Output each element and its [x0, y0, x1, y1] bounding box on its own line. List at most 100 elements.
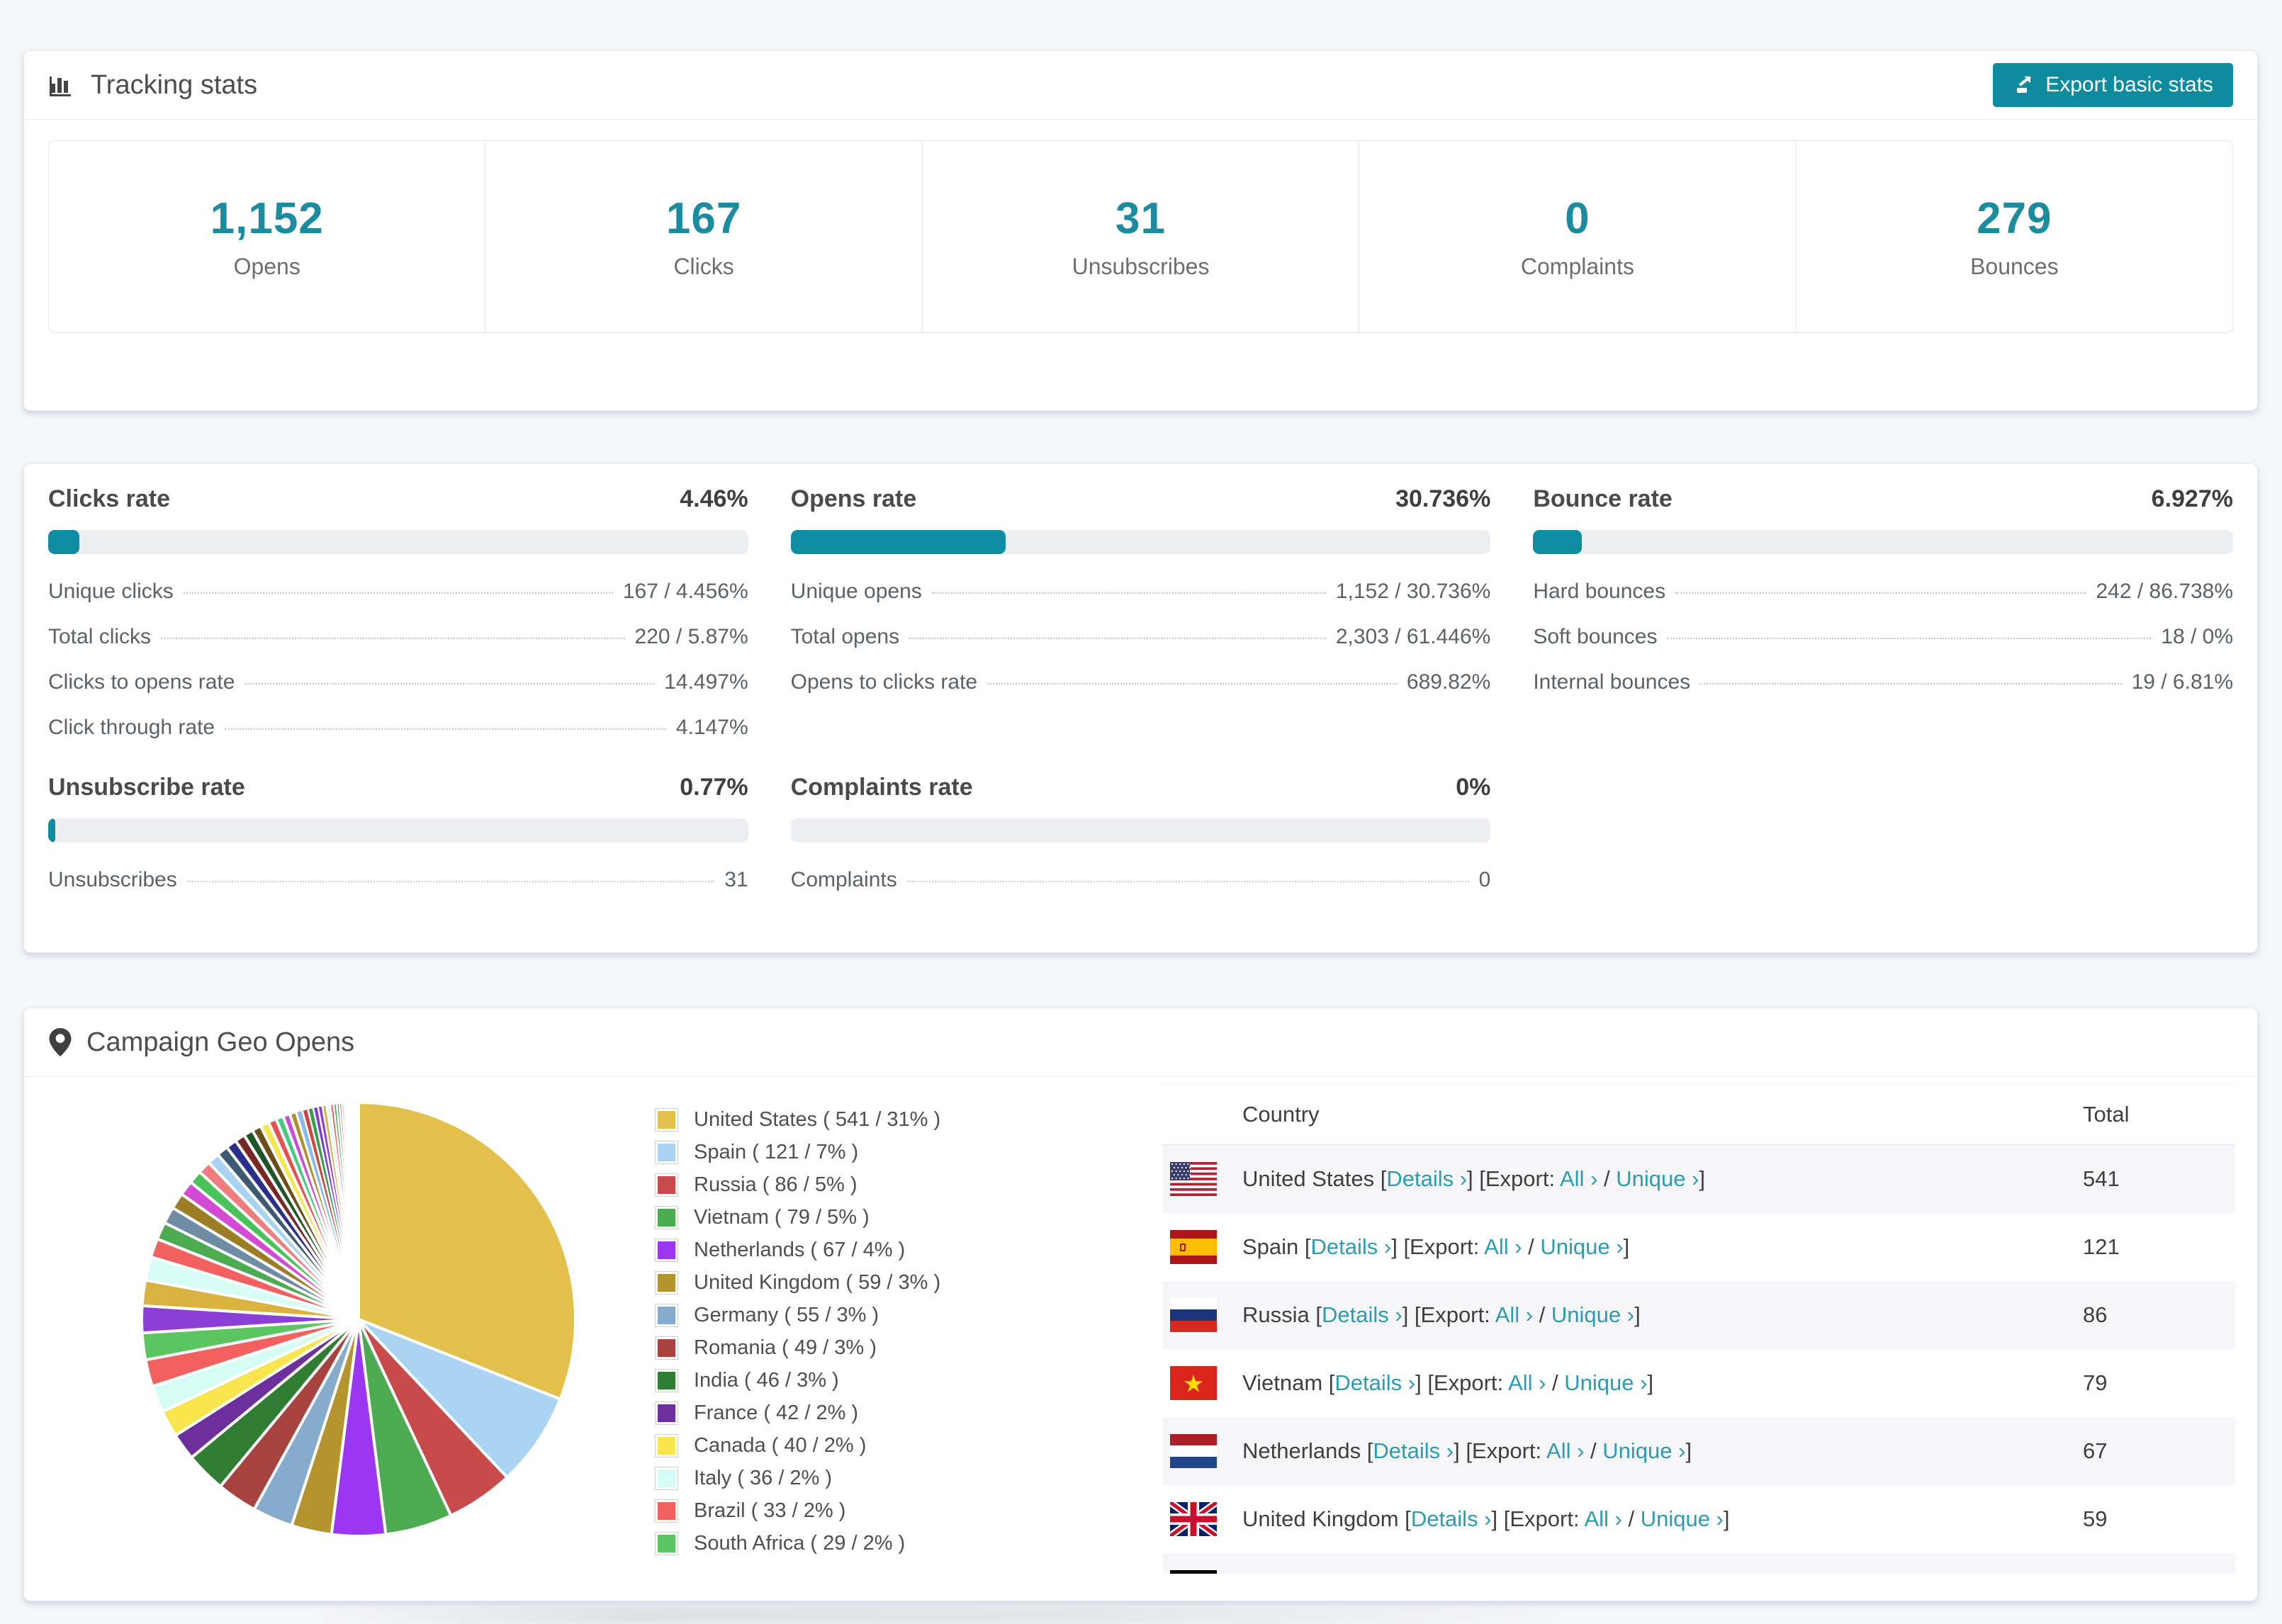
rate-row-label: Unique opens — [790, 580, 922, 603]
export-all-link[interactable]: All › — [1484, 1234, 1522, 1259]
total-cell: 79 — [2083, 1370, 2108, 1395]
rate-row: Click through rate 4.147% — [48, 716, 748, 740]
export-unique-link[interactable]: Unique › — [1551, 1302, 1634, 1327]
export-basic-stats-button[interactable]: Export basic stats — [1993, 63, 2233, 107]
legend-item-italy[interactable]: Italy ( 36 / 2% ) — [655, 1467, 940, 1490]
legend-swatch — [655, 1467, 678, 1490]
legend-item-india[interactable]: India ( 46 / 3% ) — [655, 1369, 940, 1392]
rate-row-label: Soft bounces — [1533, 625, 1658, 648]
table-row-ru: Russia [Details ›] [Export: All › / Uniq… — [1163, 1281, 2235, 1349]
country-cell: Vietnam [Details ›] [Export: All › / Uni… — [1242, 1370, 1654, 1395]
details-link[interactable]: Details › — [1373, 1438, 1454, 1463]
map-pin-icon — [48, 1027, 72, 1057]
column-header-total: Total — [2083, 1102, 2130, 1127]
table-row-nl: Netherlands [Details ›] [Export: All › /… — [1163, 1417, 2235, 1485]
legend-item-brazil[interactable]: Brazil ( 33 / 2% ) — [655, 1499, 940, 1523]
rate-row: Internal bounces 19 / 6.81% — [1533, 670, 2233, 694]
dotted-leader — [987, 683, 1397, 684]
dotted-leader — [906, 881, 1469, 882]
details-link[interactable]: Details › — [1411, 1506, 1492, 1531]
rate-row: Complaints 0 — [791, 868, 1491, 892]
rate-title: Opens rate — [790, 485, 917, 512]
legend-swatch-color — [658, 1437, 675, 1455]
export-unique-link[interactable]: Unique › — [1540, 1234, 1623, 1259]
legend-swatch-color — [658, 1176, 675, 1194]
export-all-link[interactable]: All › — [1584, 1506, 1621, 1531]
legend-item-netherlands[interactable]: Netherlands ( 67 / 4% ) — [655, 1239, 940, 1262]
rate-row-label: Unsubscribes — [48, 868, 177, 891]
legend-swatch — [655, 1369, 678, 1392]
stat-cell: 1,152 Opens — [49, 141, 485, 332]
legend-swatch — [655, 1206, 678, 1229]
details-link[interactable]: Details › — [1311, 1234, 1392, 1259]
rate-section-complaints-rate: Complaints rate 0% Complaints 0 — [790, 774, 1491, 892]
flag-icon-vn — [1170, 1366, 1217, 1400]
rate-row-label: Total clicks — [48, 625, 152, 648]
legend-swatch-color — [658, 1372, 675, 1389]
geo-body: United States ( 541 / 31% ) Spain ( 121 /… — [24, 1077, 2257, 1601]
rate-title: Unsubscribe rate — [48, 774, 245, 801]
geo-table-header-row: Country Total — [1163, 1084, 2235, 1145]
legend-swatch — [655, 1499, 678, 1523]
rate-row: Opens to clicks rate 689.82% — [791, 670, 1491, 694]
rates-panel: Clicks rate 4.46% Unique clicks 167 / 4.456… — [23, 463, 2258, 953]
country-cell: United Kingdom [Details ›] [Export: All … — [1242, 1506, 1730, 1531]
stat-value: 31 — [1115, 194, 1166, 243]
legend-swatch — [655, 1141, 678, 1164]
rate-title: Bounce rate — [1533, 485, 1673, 512]
export-unique-link[interactable]: Unique › — [1641, 1506, 1724, 1531]
details-link[interactable]: Details › — [1386, 1166, 1467, 1191]
export-all-link[interactable]: All › — [1508, 1370, 1546, 1395]
rate-row-value: 19 / 6.81% — [2131, 670, 2233, 694]
export-unique-link[interactable]: Unique › — [1602, 1438, 1685, 1463]
legend-item-united-kingdom[interactable]: United Kingdom ( 59 / 3% ) — [655, 1271, 940, 1295]
rate-section-opens-rate: Opens rate 30.736% Unique opens 1,152 / 30.… — [790, 485, 1491, 740]
legend-item-vietnam[interactable]: Vietnam ( 79 / 5% ) — [655, 1206, 940, 1229]
rate-row: Soft bounces 18 / 0% — [1533, 625, 2233, 649]
export-unique-link[interactable]: Unique › — [1616, 1166, 1699, 1191]
export-all-link[interactable]: All › — [1495, 1302, 1533, 1327]
details-link[interactable]: Details › — [1322, 1302, 1403, 1327]
legend-label: Italy ( 36 / 2% ) — [694, 1467, 833, 1489]
legend-swatch — [655, 1336, 678, 1360]
total-cell: 541 — [2083, 1166, 2120, 1191]
legend-label: Canada ( 40 / 2% ) — [694, 1434, 867, 1457]
legend-item-france[interactable]: France ( 42 / 2% ) — [655, 1402, 940, 1425]
export-all-link[interactable]: All › — [1546, 1438, 1584, 1463]
campaign-geo-opens-panel: Campaign Geo Opens United States ( 541 /… — [23, 1008, 2258, 1601]
tracking-stats-header: Tracking stats Export basic stats — [24, 51, 2257, 120]
legend-item-canada[interactable]: Canada ( 40 / 2% ) — [655, 1434, 940, 1457]
stat-label: Unsubscribes — [1072, 254, 1210, 279]
export-all-link[interactable]: All › — [1560, 1166, 1597, 1191]
geo-opens-pie-chart[interactable] — [132, 1093, 585, 1546]
tracking-stats-body: 1,152 Opens 167 Clicks 31 Unsubscribes 0 Compla… — [24, 120, 2257, 333]
rate-row-value: 689.82% — [1406, 670, 1491, 694]
legend-swatch — [655, 1402, 678, 1425]
export-unique-link[interactable]: Unique › — [1564, 1370, 1647, 1395]
legend-swatch-color — [658, 1502, 675, 1520]
legend-item-russia[interactable]: Russia ( 86 / 5% ) — [655, 1173, 940, 1197]
table-row-us: United States [Details ›] [Export: All ›… — [1163, 1145, 2235, 1213]
tracking-stats-panel: Tracking stats Export basic stats 1,152 O… — [23, 50, 2258, 411]
legend-item-romania[interactable]: Romania ( 49 / 3% ) — [655, 1336, 940, 1360]
total-cell: 121 — [2083, 1234, 2120, 1259]
rate-rows: Unique clicks 167 / 4.456% Total clicks 220… — [48, 580, 748, 740]
legend-swatch-color — [658, 1144, 675, 1161]
legend-item-united-states[interactable]: United States ( 541 / 31% ) — [655, 1108, 940, 1132]
rate-row: Unsubscribes 31 — [48, 868, 748, 892]
legend-item-spain[interactable]: Spain ( 121 / 7% ) — [655, 1141, 940, 1164]
legend-item-south-africa[interactable]: South Africa ( 29 / 2% ) — [655, 1532, 940, 1555]
flag-icon-gb — [1170, 1502, 1217, 1536]
rate-head: Opens rate 30.736% — [791, 485, 1491, 513]
bar-chart-icon — [48, 71, 77, 99]
rate-row-label: Hard bounces — [1533, 580, 1666, 603]
legend-label: India ( 46 / 3% ) — [694, 1369, 839, 1392]
table-row-vn: Vietnam [Details ›] [Export: All › / Uni… — [1163, 1349, 2235, 1417]
flag-icon-es — [1170, 1230, 1217, 1264]
rate-rows: Unsubscribes 31 — [48, 868, 748, 892]
details-link[interactable]: Details › — [1334, 1370, 1415, 1395]
table-row-gb: United Kingdom [Details ›] [Export: All … — [1163, 1485, 2235, 1553]
flag-icon-de — [1170, 1570, 1217, 1574]
legend-item-germany[interactable]: Germany ( 55 / 3% ) — [655, 1304, 940, 1327]
rate-progress-fill — [790, 530, 1006, 554]
